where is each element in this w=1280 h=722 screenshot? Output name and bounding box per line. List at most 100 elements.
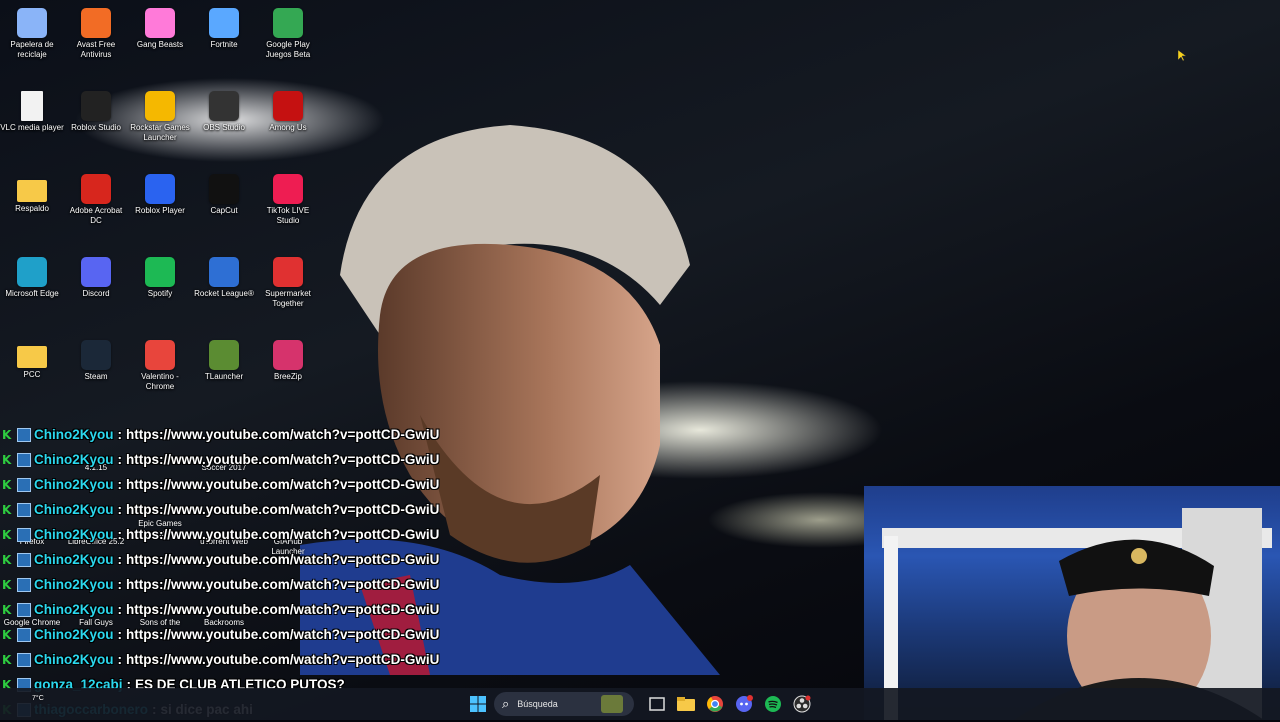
desktop-icon[interactable]: Rocket League®: [192, 253, 256, 299]
user-badge-icon: [17, 527, 31, 542]
file-icon: [21, 91, 43, 121]
desktop-icon[interactable]: Supermarket Together: [256, 253, 320, 309]
among-us-icon: [273, 91, 303, 121]
chat-message: K Chino2Kyou: https://www.youtube.com/watc…: [2, 497, 862, 522]
desktop-icon[interactable]: Fortnite: [192, 4, 256, 50]
chat-text: https://www.youtube.com/watch?v=pottCD-G…: [126, 552, 440, 567]
webcam-scene: [882, 508, 1272, 720]
chat-separator: :: [117, 452, 123, 467]
desktop-icon-label: BreeZip: [273, 372, 302, 381]
desktop-icon[interactable]: Papelera de reciclaje: [0, 4, 64, 60]
desktop-icon-label: Discord: [82, 289, 110, 298]
obs-icon[interactable]: [790, 692, 814, 716]
kick-badge-icon: K: [2, 502, 12, 517]
search-input[interactable]: [515, 698, 600, 710]
desktop-icon[interactable]: Steam: [64, 336, 128, 382]
task-view-icon[interactable]: [645, 692, 669, 716]
chat-text: https://www.youtube.com/watch?v=pottCD-G…: [126, 652, 440, 667]
user-badge-icon: [17, 652, 31, 667]
chat-separator: :: [117, 627, 123, 642]
folder-icon: [17, 180, 47, 202]
chat-text: https://www.youtube.com/watch?v=pottCD-G…: [126, 627, 440, 642]
desktop-icon-label: Avast Free Antivirus: [76, 40, 116, 59]
desktop-icon[interactable]: Discord: [64, 253, 128, 299]
chat-text: https://www.youtube.com/watch?v=pottCD-G…: [126, 577, 440, 592]
desktop-icon[interactable]: Gang Beasts: [128, 4, 192, 50]
kick-badge-icon: K: [2, 577, 12, 592]
desktop-icon-label: Valentino - Chrome: [141, 372, 179, 391]
chat-text: https://www.youtube.com/watch?v=pottCD-G…: [126, 452, 440, 467]
desktop-icon[interactable]: TLauncher: [192, 336, 256, 382]
user-badge-icon: [17, 452, 31, 467]
desktop-icon[interactable]: Google Play Juegos Beta: [256, 4, 320, 60]
desktop-icon[interactable]: Rockstar Games Launcher: [128, 87, 192, 143]
discord-icon[interactable]: [732, 692, 756, 716]
desktop-icon[interactable]: Roblox Studio: [64, 87, 128, 133]
edge-icon: [17, 257, 47, 287]
chat-separator: :: [117, 577, 123, 592]
chat-text: https://www.youtube.com/watch?v=pottCD-G…: [126, 527, 440, 542]
spotify-icon: [145, 257, 175, 287]
kick-badge-icon: K: [2, 602, 12, 617]
desktop-icon[interactable]: TikTok LIVE Studio: [256, 170, 320, 226]
temperature-text: 7°C: [32, 695, 44, 702]
chat-separator: :: [117, 502, 123, 517]
rockstar-icon: [145, 91, 175, 121]
desktop-icon-label: Google Play Juegos Beta: [265, 40, 311, 59]
desktop-icon[interactable]: Spotify: [128, 253, 192, 299]
desktop-icon[interactable]: VLC media player: [0, 87, 64, 133]
desktop-icon-label: Among Us: [269, 123, 307, 132]
weather-overlay: 7°C: [32, 695, 44, 702]
chat-username: Chino2Kyou: [34, 427, 114, 442]
desktop-icon-label: Papelera de reciclaje: [10, 40, 54, 59]
desktop-icon-label: Steam: [84, 372, 108, 381]
gang-beasts-icon: [145, 8, 175, 38]
desktop-icon-label: Roblox Player: [135, 206, 185, 215]
stream-chat-overlay: K Chino2Kyou: https://www.youtube.com/watc…: [2, 422, 862, 722]
desktop-icon[interactable]: PCC: [0, 336, 64, 380]
search-icon: ⌕: [502, 696, 510, 712]
desktop-icon[interactable]: Avast Free Antivirus: [64, 4, 128, 60]
desktop-icon[interactable]: Respaldo: [0, 170, 64, 214]
desktop-icon-label: Supermarket Together: [265, 289, 311, 308]
chat-message: K Chino2Kyou: https://www.youtube.com/watc…: [2, 622, 862, 647]
rocket-league-icon: [209, 257, 239, 287]
folder-icon: [17, 346, 47, 368]
chat-username: Chino2Kyou: [34, 477, 114, 492]
kick-badge-icon: K: [2, 527, 12, 542]
chat-username: Chino2Kyou: [34, 602, 114, 617]
avast-icon: [81, 8, 111, 38]
chat-text: https://www.youtube.com/watch?v=pottCD-G…: [126, 502, 440, 517]
kick-badge-icon: K: [2, 652, 12, 667]
mouse-cursor: [1178, 50, 1186, 62]
chat-message: K Chino2Kyou: https://www.youtube.com/watc…: [2, 647, 862, 672]
desktop-icon[interactable]: Among Us: [256, 87, 320, 133]
desktop-icon-label: Gang Beasts: [136, 40, 184, 49]
desktop-icon[interactable]: CapCut: [192, 170, 256, 216]
desktop-icon[interactable]: Microsoft Edge: [0, 253, 64, 299]
windows-start-icon[interactable]: [466, 692, 490, 716]
widgets-icon[interactable]: [601, 695, 624, 713]
desktop-icon[interactable]: Roblox Player: [128, 170, 192, 216]
tiktok-icon: [273, 174, 303, 204]
chat-username: Chino2Kyou: [34, 652, 114, 667]
user-badge-icon: [17, 627, 31, 642]
desktop-icon-label: TikTok LIVE Studio: [266, 206, 310, 225]
desktop-icon-label: Fortnite: [210, 40, 238, 49]
desktop-icon-label: Rockstar Games Launcher: [130, 123, 190, 142]
desktop-icon[interactable]: Adobe Acrobat DC: [64, 170, 128, 226]
taskbar-search-box[interactable]: ⌕: [494, 692, 634, 716]
desktop-icon[interactable]: Valentino - Chrome: [128, 336, 192, 392]
chat-message: K Chino2Kyou: https://www.youtube.com/watc…: [2, 472, 862, 497]
user-badge-icon: [17, 577, 31, 592]
desktop-icon-label: PCC: [23, 370, 41, 379]
chrome-icon[interactable]: [703, 692, 727, 716]
desktop-icon[interactable]: BreeZip: [256, 336, 320, 382]
kick-badge-icon: K: [2, 627, 12, 642]
spotify-icon[interactable]: [761, 692, 785, 716]
chat-text: https://www.youtube.com/watch?v=pottCD-G…: [126, 602, 440, 617]
chat-separator: :: [117, 552, 123, 567]
desktop-icon[interactable]: OBS Studio: [192, 87, 256, 133]
file-explorer-icon[interactable]: [674, 692, 698, 716]
user-badge-icon: [17, 427, 31, 442]
